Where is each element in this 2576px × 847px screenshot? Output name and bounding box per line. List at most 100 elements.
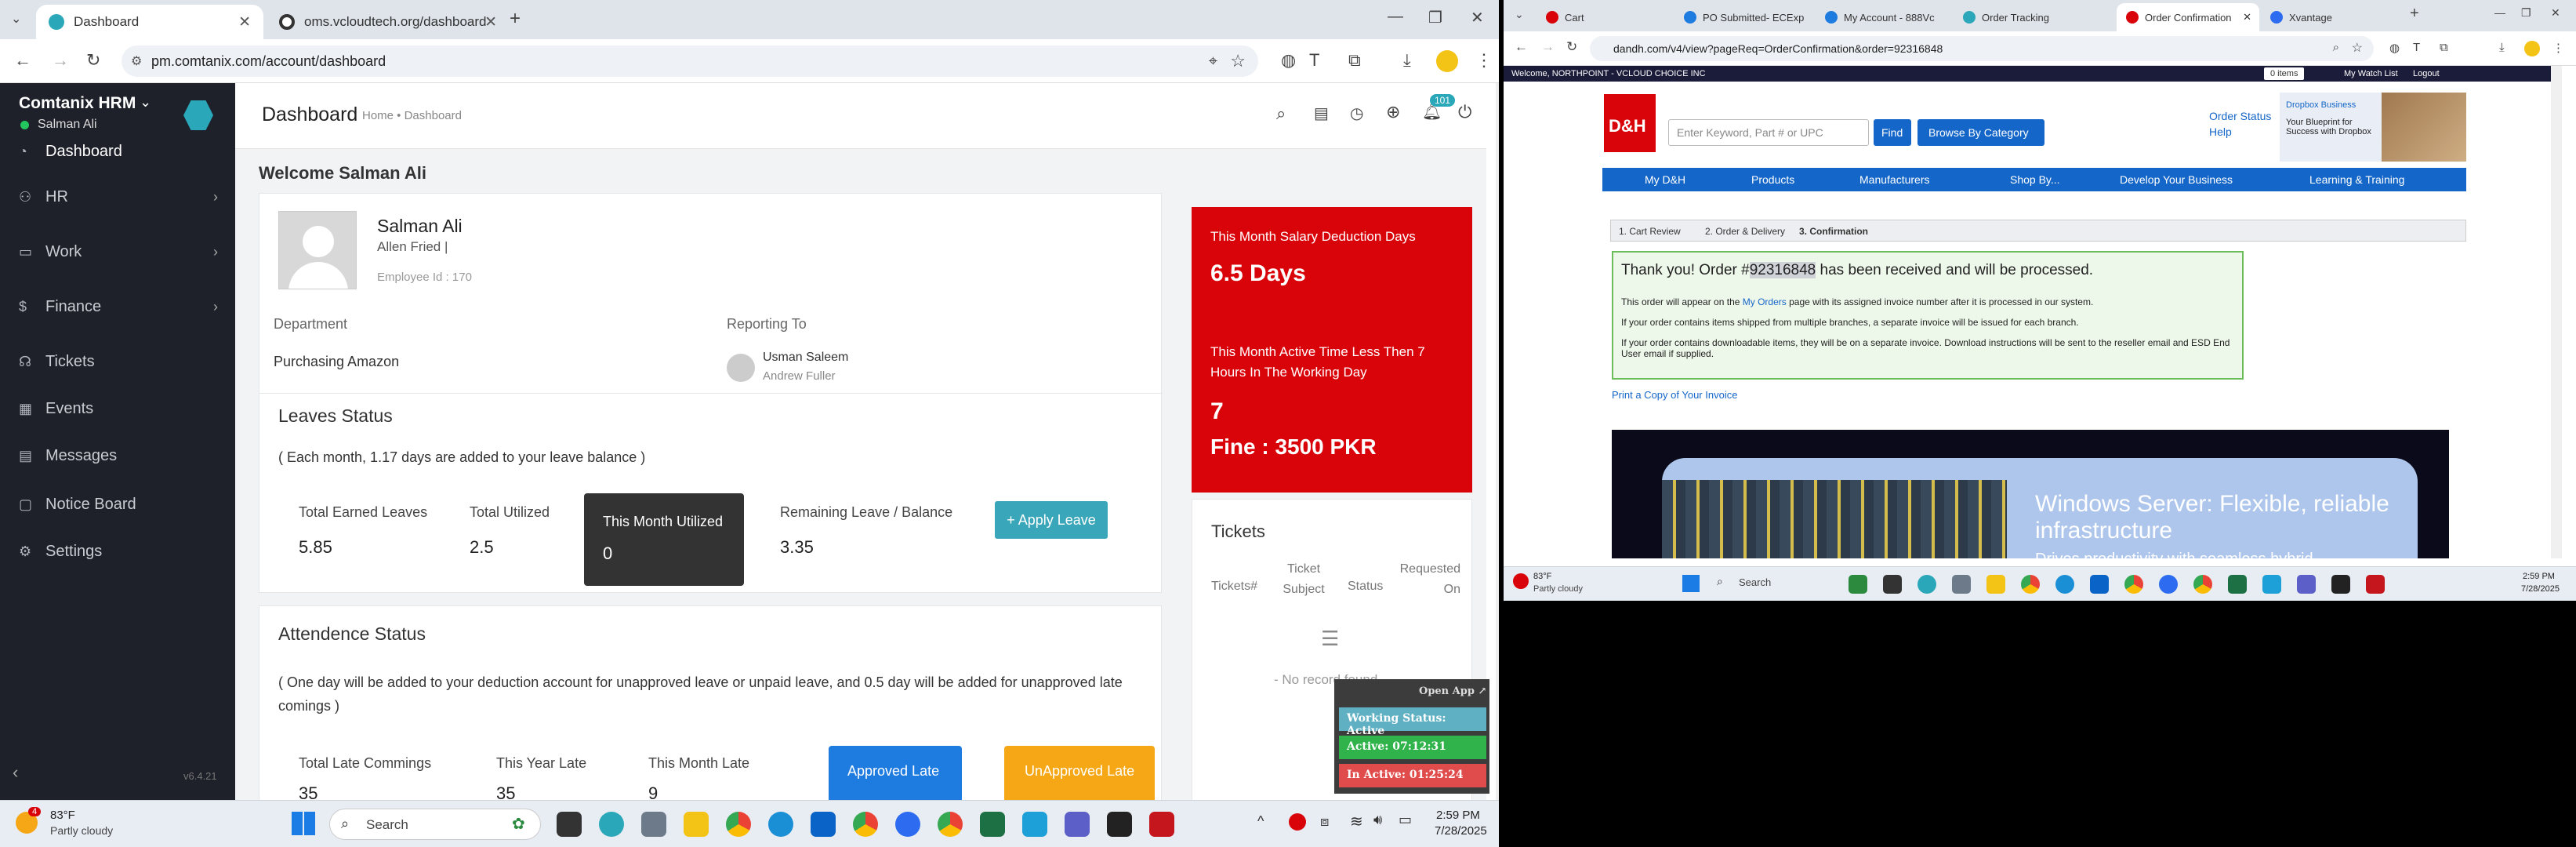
print-invoice-link[interactable]: Print a Copy of Your Invoice [1612, 389, 1737, 401]
edge-icon[interactable] [768, 812, 793, 837]
extension-icon[interactable]: ◍ [2389, 41, 2400, 55]
tab-po-submitted[interactable]: PO Submitted- ECExp [1674, 3, 1816, 31]
forward-icon[interactable]: → [1541, 39, 1555, 55]
sidebar-item-messages[interactable]: ▤ Messages [0, 438, 235, 474]
power-icon[interactable]: ⏻ [1458, 102, 1471, 122]
search-icon[interactable]: ⌕ [1276, 104, 1286, 124]
battery-icon[interactable]: ▭ [1399, 812, 1412, 828]
zoom-icon[interactable]: ⌕ [2333, 41, 2339, 54]
tab-order-tracking[interactable]: Order Tracking [1954, 3, 2092, 31]
profile-avatar[interactable] [2524, 41, 2540, 56]
tab-dashboard[interactable]: Dashboard ✕ [36, 5, 263, 39]
chrome-icon[interactable] [853, 812, 878, 837]
tab-xvantage[interactable]: Xvantage [2261, 3, 2402, 31]
url-input[interactable]: dandh.com/v4/view?pageReq=OrderConfirmat… [1590, 36, 2374, 61]
teams-icon[interactable] [2297, 575, 2316, 594]
zoom-icon[interactable] [895, 812, 920, 837]
clock-icon[interactable]: ◷ [1350, 104, 1363, 123]
calculator-icon[interactable] [1952, 575, 1971, 594]
taskbar-time[interactable]: 2:59 PM [1436, 809, 1480, 822]
nav-learning[interactable]: Learning & Training [2309, 173, 2404, 186]
new-tab-icon[interactable]: + [2410, 5, 2419, 23]
logout-link[interactable]: Logout [2413, 69, 2440, 78]
nav-products[interactable]: Products [1751, 173, 1794, 186]
teams-icon[interactable] [1065, 812, 1090, 837]
weather-icon[interactable] [1513, 573, 1529, 589]
app-icon[interactable] [1917, 575, 1936, 594]
file-explorer-icon[interactable] [684, 812, 709, 837]
tray-app-icon[interactable] [1289, 813, 1306, 831]
file-explorer-icon[interactable] [1986, 575, 2005, 594]
task-view-icon[interactable] [1883, 575, 1902, 594]
wifi-icon[interactable]: ≋ [1350, 812, 1363, 831]
translate-icon[interactable]: T [1309, 50, 1319, 71]
acrobat-icon[interactable] [1149, 812, 1174, 837]
sidebar-item-settings[interactable]: ⚙ Settings [0, 533, 235, 569]
apply-leave-button[interactable]: + Apply Leave [995, 501, 1108, 539]
site-info-icon[interactable]: ⚙ [131, 53, 142, 69]
find-button[interactable]: Find [1874, 119, 1911, 146]
menu-icon[interactable]: ⋮ [1475, 50, 1493, 71]
taskbar-date[interactable]: 7/28/2025 [1435, 824, 1487, 838]
tab-search-icon[interactable]: ⌄ [11, 11, 21, 27]
taskbar-date[interactable]: 7/28/2025 [2521, 584, 2560, 594]
minimize-icon[interactable]: — [1388, 8, 1403, 26]
windows-start-icon[interactable] [1682, 575, 1700, 592]
scrollbar[interactable] [1496, 83, 1499, 800]
taskbar-search-input[interactable]: ⌕ Search ✿ [329, 809, 541, 840]
acrobat-icon[interactable] [2366, 575, 2385, 594]
sidebar-item-hr[interactable]: ⚇ HR › [0, 179, 235, 215]
reload-icon[interactable]: ↻ [86, 50, 100, 71]
sidebar-item-tickets[interactable]: ☊ Tickets [0, 344, 235, 380]
profile-avatar[interactable] [1436, 50, 1458, 72]
chevron-down-icon[interactable]: ⌄ [140, 94, 151, 111]
speaker-icon[interactable]: 🔊︎ [1373, 812, 1382, 828]
sidebar-item-finance[interactable]: $ Finance › [0, 289, 235, 325]
order-status-link[interactable]: Order Status [2209, 110, 2271, 122]
restore-icon[interactable]: ❐ [1428, 8, 1442, 27]
chrome-icon[interactable] [2021, 575, 2040, 594]
tab-my-account[interactable]: My Account - 888Vc [1816, 3, 1954, 31]
extension-icon[interactable]: ◍ [1281, 50, 1296, 71]
download-icon[interactable]: ⤓ [1403, 50, 1411, 71]
plant-icon[interactable] [1849, 575, 1867, 594]
chrome-icon[interactable] [726, 812, 751, 837]
menu-icon[interactable]: ⋮ [2552, 41, 2564, 55]
watchlist-link[interactable]: My Watch List [2344, 69, 2398, 78]
tray-icon[interactable]: ⧈ [1320, 813, 1329, 830]
edge-icon[interactable] [2055, 575, 2074, 594]
help-link[interactable]: Help [2209, 125, 2232, 138]
chrome-icon[interactable] [938, 812, 963, 837]
back-icon[interactable]: ← [14, 50, 31, 71]
sidebar-item-notice-board[interactable]: ▢ Notice Board [0, 486, 235, 522]
nav-manufacturers[interactable]: Manufacturers [1859, 173, 1929, 186]
url-input[interactable]: ⚙ pm.comtanix.com/account/dashboard ⌖ ☆ [122, 45, 1258, 77]
window-close-icon[interactable]: ✕ [1471, 8, 1484, 27]
outlook-icon[interactable] [2090, 575, 2109, 594]
windows-start-icon[interactable] [292, 812, 315, 835]
add-icon[interactable]: ⊕ [1386, 102, 1400, 122]
tab-cart[interactable]: Cart [1537, 3, 1674, 31]
task-view-icon[interactable] [557, 812, 582, 837]
minimize-icon[interactable]: — [2494, 6, 2505, 19]
window-close-icon[interactable]: ✕ [2551, 6, 2560, 20]
snipping-icon[interactable] [1022, 812, 1047, 837]
app-icon[interactable] [1107, 812, 1132, 837]
restore-icon[interactable]: ❐ [2521, 6, 2531, 20]
close-tab-icon[interactable]: ✕ [484, 13, 497, 31]
taskbar-search-label[interactable]: Search [1739, 576, 1771, 588]
close-tab-icon[interactable]: ✕ [2243, 11, 2251, 24]
chrome-icon[interactable] [2124, 575, 2143, 594]
app-icon[interactable] [2331, 575, 2350, 594]
collapse-sidebar-icon[interactable]: ‹ [13, 762, 18, 783]
bookmark-star-icon[interactable]: ☆ [1230, 51, 1246, 71]
tab-search-icon[interactable]: ⌄ [1515, 8, 1524, 21]
breadcrumb[interactable]: Home • Dashboard [362, 109, 462, 122]
zoom-icon[interactable] [2159, 575, 2178, 594]
browse-category-button[interactable]: Browse By Category [1917, 119, 2044, 146]
excel-icon[interactable] [980, 812, 1005, 837]
cart-button[interactable]: 0 items [2264, 67, 2305, 80]
my-orders-link[interactable]: My Orders [1743, 296, 1787, 307]
nav-my-dh[interactable]: My D&H [1645, 173, 1685, 186]
forward-icon[interactable]: → [52, 50, 69, 71]
